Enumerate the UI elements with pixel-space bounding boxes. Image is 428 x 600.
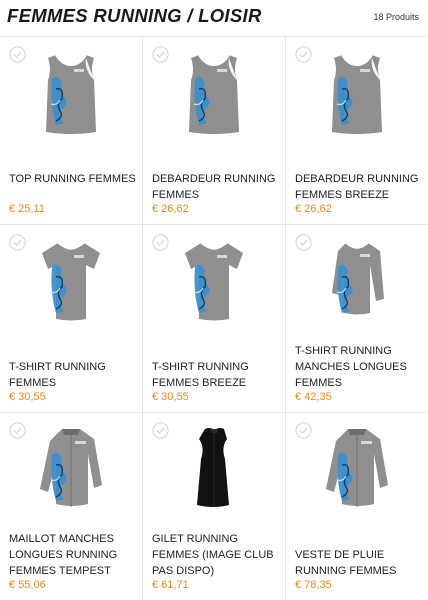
product-card[interactable]: T-SHIRT RUNNING FEMMES BREEZE € 30,55 <box>143 225 286 413</box>
product-image[interactable] <box>177 237 251 323</box>
jacket-icon <box>320 429 394 515</box>
product-price: € 25,11 <box>9 203 45 215</box>
product-name[interactable]: GILET RUNNING FEMMES (IMAGE CLUB PAS DIS… <box>152 531 279 579</box>
tank-top-icon <box>320 54 394 139</box>
product-image[interactable] <box>177 425 251 511</box>
product-price: € 78,35 <box>295 579 332 591</box>
jacket-icon <box>34 429 108 515</box>
product-grid: TOP RUNNING FEMMES € 25,11 DEBARDEUR RUNN… <box>0 36 428 600</box>
product-price: € 61,71 <box>152 579 189 591</box>
product-name[interactable]: DEBARDEUR RUNNING FEMMES BREEZE <box>295 171 422 203</box>
product-image[interactable] <box>320 49 394 135</box>
product-card[interactable]: TOP RUNNING FEMMES € 25,11 <box>0 37 143 225</box>
product-price: € 26,62 <box>152 203 189 215</box>
select-checkmark-icon[interactable] <box>295 422 312 439</box>
product-image[interactable] <box>34 425 108 511</box>
tshirt-icon <box>34 242 108 327</box>
select-checkmark-icon[interactable] <box>152 46 169 63</box>
product-card[interactable]: DEBARDEUR RUNNING FEMMES € 26,62 <box>143 37 286 225</box>
product-price: € 42,35 <box>295 391 332 403</box>
page-title: FEMMES RUNNING / LOISIR <box>7 5 262 26</box>
product-image[interactable] <box>320 425 394 511</box>
product-card[interactable]: T-SHIRT RUNNING FEMMES € 30,55 <box>0 225 143 413</box>
long-sleeve-shirt-icon <box>320 242 394 327</box>
product-name[interactable]: T-SHIRT RUNNING MANCHES LONGUES FEMMES <box>295 343 422 391</box>
product-name[interactable]: T-SHIRT RUNNING FEMMES BREEZE <box>152 359 279 391</box>
product-card[interactable]: VESTE DE PLUIE RUNNING FEMMES € 78,35 <box>286 413 428 600</box>
select-checkmark-icon[interactable] <box>295 46 312 63</box>
product-price: € 30,55 <box>9 391 46 403</box>
select-checkmark-icon[interactable] <box>152 234 169 251</box>
page-header: FEMMES RUNNING / LOISIR 18 Produits <box>0 0 428 36</box>
select-checkmark-icon[interactable] <box>9 46 26 63</box>
select-checkmark-icon[interactable] <box>9 422 26 439</box>
tank-top-icon <box>177 54 251 139</box>
product-count: 18 Produits <box>373 12 419 22</box>
product-name[interactable]: MAILLOT MANCHES LONGUES RUNNING FEMMES T… <box>9 531 136 579</box>
product-name[interactable]: DEBARDEUR RUNNING FEMMES <box>152 171 279 203</box>
product-price: € 30,55 <box>152 391 189 403</box>
gilet-icon <box>177 428 251 515</box>
select-checkmark-icon[interactable] <box>295 234 312 251</box>
product-card[interactable]: T-SHIRT RUNNING MANCHES LONGUES FEMMES € … <box>286 225 428 413</box>
product-image[interactable] <box>177 49 251 135</box>
select-checkmark-icon[interactable] <box>152 422 169 439</box>
tshirt-icon <box>177 242 251 327</box>
product-name[interactable]: TOP RUNNING FEMMES <box>9 171 136 187</box>
product-name[interactable]: T-SHIRT RUNNING FEMMES <box>9 359 136 391</box>
product-name[interactable]: VESTE DE PLUIE RUNNING FEMMES <box>295 547 422 579</box>
product-card[interactable]: GILET RUNNING FEMMES (IMAGE CLUB PAS DIS… <box>143 413 286 600</box>
product-price: € 55,06 <box>9 579 46 591</box>
product-image[interactable] <box>34 237 108 323</box>
product-image[interactable] <box>320 237 394 323</box>
product-image[interactable] <box>34 49 108 135</box>
product-card[interactable]: MAILLOT MANCHES LONGUES RUNNING FEMMES T… <box>0 413 143 600</box>
product-price: € 26,62 <box>295 203 332 215</box>
tank-top-icon <box>34 54 108 139</box>
product-card[interactable]: DEBARDEUR RUNNING FEMMES BREEZE € 26,62 <box>286 37 428 225</box>
select-checkmark-icon[interactable] <box>9 234 26 251</box>
